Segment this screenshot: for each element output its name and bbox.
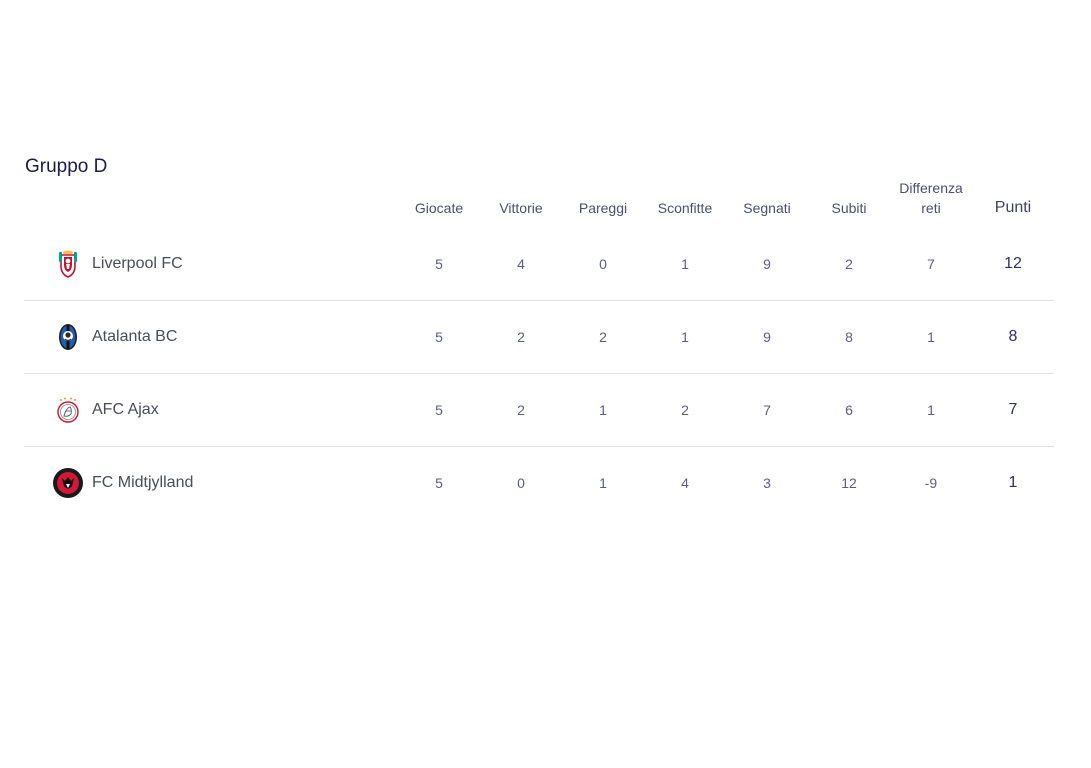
header-points: Punti [994, 199, 1032, 216]
won-value: 0 [517, 475, 525, 491]
midtjylland-crest-icon [52, 467, 84, 499]
drawn-value: 1 [599, 402, 607, 418]
points-value: 12 [1004, 255, 1022, 272]
table-row: FC Midtjylland 5 0 1 4 3 12 -9 1 [24, 447, 1054, 519]
goal-difference-value: 1 [927, 402, 935, 418]
drawn-value: 2 [599, 329, 607, 345]
table-row: AFC Ajax 5 2 1 2 7 6 1 7 [24, 374, 1054, 447]
header-won: Vittorie [499, 200, 543, 216]
atalanta-crest-icon [52, 321, 84, 353]
won-value: 2 [517, 329, 525, 345]
lost-value: 1 [681, 256, 689, 272]
won-value: 4 [517, 256, 525, 272]
header-goal-difference-line2: reti [921, 200, 941, 216]
drawn-value: 0 [599, 256, 607, 272]
team-cell[interactable]: AFC Ajax [52, 374, 159, 446]
played-value: 5 [435, 256, 443, 272]
header-lost: Sconfitte [657, 200, 713, 216]
team-name: Liverpool FC [92, 255, 183, 272]
goal-difference-value: 1 [927, 329, 935, 345]
scored-value: 3 [763, 475, 771, 491]
team-cell[interactable]: Atalanta BC [52, 301, 177, 373]
header-played: Giocate [414, 200, 464, 216]
header-scored: Segnati [743, 200, 791, 216]
lost-value: 2 [681, 402, 689, 418]
goal-difference-value: -9 [924, 475, 938, 491]
scored-value: 7 [763, 402, 771, 418]
header-drawn: Pareggi [578, 200, 628, 216]
team-cell[interactable]: Liverpool FC [52, 228, 183, 300]
team-name: Atalanta BC [92, 328, 178, 345]
group-title: Gruppo D [25, 156, 108, 177]
team-name: FC Midtjylland [92, 474, 194, 491]
header-goal-difference: Differenza reti [890, 178, 972, 218]
conceded-value: 2 [845, 256, 853, 272]
scored-value: 9 [763, 329, 771, 345]
won-value: 2 [517, 402, 525, 418]
team-name: AFC Ajax [92, 401, 159, 418]
points-value: 7 [1008, 401, 1018, 418]
table-row: Atalanta BC 5 2 2 1 9 8 1 8 [24, 301, 1054, 374]
conceded-value: 6 [845, 402, 853, 418]
ajax-crest-icon [52, 394, 84, 426]
liverpool-crest-icon [52, 248, 84, 280]
standings-table: Giocate Vittorie Pareggi Sconfitte Segna… [24, 180, 1054, 519]
lost-value: 4 [681, 475, 689, 491]
team-cell[interactable]: FC Midtjylland [52, 447, 193, 519]
drawn-value: 1 [599, 475, 607, 491]
lost-value: 1 [681, 329, 689, 345]
points-value: 1 [1008, 474, 1018, 491]
table-row: Liverpool FC 5 4 0 1 9 2 7 12 [24, 228, 1054, 301]
header-conceded: Subiti [831, 200, 867, 216]
points-value: 8 [1008, 328, 1018, 345]
scored-value: 9 [763, 256, 771, 272]
goal-difference-value: 7 [927, 256, 935, 272]
table-header: Giocate Vittorie Pareggi Sconfitte Segna… [24, 180, 1054, 228]
conceded-value: 12 [841, 475, 857, 491]
played-value: 5 [435, 475, 443, 491]
header-goal-difference-line1: Differenza [899, 180, 963, 196]
played-value: 5 [435, 402, 443, 418]
played-value: 5 [435, 329, 443, 345]
conceded-value: 8 [845, 329, 853, 345]
